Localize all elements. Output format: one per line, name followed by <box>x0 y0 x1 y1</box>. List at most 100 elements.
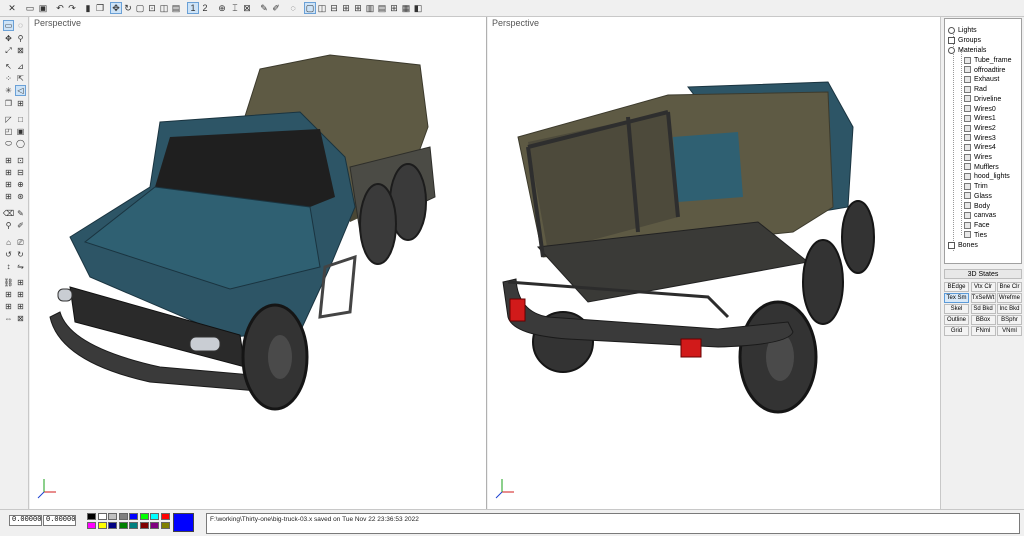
zoom-icon[interactable]: ⚲ <box>15 33 26 44</box>
bevel-icon[interactable]: ⊕ <box>15 179 26 190</box>
grid-tool-icon[interactable]: ⊞ <box>15 98 26 109</box>
copy-icon[interactable]: ❐ <box>94 2 106 14</box>
state-button[interactable]: Wrefme <box>997 293 1022 303</box>
layout-single-icon[interactable]: ▢ <box>304 2 316 14</box>
tree-item-material[interactable]: hood_lights <box>964 172 1010 181</box>
palette-swatch[interactable] <box>150 522 159 529</box>
keyframe-icon[interactable]: ⊞ <box>15 301 26 312</box>
palette-swatch[interactable] <box>97 522 107 529</box>
lasso-icon[interactable]: ◌ <box>287 2 299 14</box>
animate-icon[interactable]: ⊞ <box>3 301 14 312</box>
palette-swatch[interactable] <box>87 513 96 520</box>
scale-icon[interactable]: ⊡ <box>146 2 158 14</box>
tree-item-bones[interactable]: Bones <box>948 241 978 250</box>
palette-swatch[interactable] <box>139 513 149 520</box>
palette-swatch[interactable] <box>129 513 138 520</box>
scale-y-icon[interactable]: ↕ <box>3 261 14 272</box>
layout-rows-icon[interactable]: ▤ <box>376 2 388 14</box>
tree-item-material[interactable]: Exhaust <box>964 75 999 84</box>
state-button[interactable]: BEdge <box>944 282 969 292</box>
close-icon[interactable]: ✕ <box>6 2 18 14</box>
rotate-left-icon[interactable]: ↺ <box>3 249 14 260</box>
palette-swatch[interactable] <box>118 522 128 529</box>
state-button[interactable]: Vtx Clr <box>970 282 996 292</box>
rotate-icon[interactable]: ↻ <box>122 2 134 14</box>
pointer-icon[interactable]: ⇱ <box>15 73 26 84</box>
viewport-right[interactable]: Perspective <box>488 17 940 509</box>
palette-swatch[interactable] <box>129 522 138 529</box>
split-icon[interactable]: ⊟ <box>15 167 26 178</box>
layout-four-icon[interactable]: ⊞ <box>352 2 364 14</box>
picker-icon[interactable]: ⚲ <box>3 220 14 231</box>
tree-item-materials[interactable]: Materials <box>948 46 986 55</box>
layout-grid-icon[interactable]: ⊞ <box>388 2 400 14</box>
tree-item-material[interactable]: Wires1 <box>964 114 996 123</box>
mirror-icon[interactable]: ⊠ <box>241 2 253 14</box>
eraser-icon[interactable]: ⌫ <box>3 208 14 219</box>
redo-icon[interactable]: ↷ <box>66 2 78 14</box>
resize-h-icon[interactable]: ⇔ <box>3 313 14 324</box>
bridge-icon[interactable]: ⊞ <box>3 191 14 202</box>
state-button[interactable]: FNml <box>970 326 996 336</box>
palette-swatch[interactable] <box>108 513 117 520</box>
tree-item-groups[interactable]: Groups <box>948 36 981 45</box>
bracket-icon[interactable]: ⌶ <box>229 2 241 14</box>
face-select-icon[interactable]: ⊿ <box>15 61 26 72</box>
viewport-left[interactable]: Perspective <box>30 17 487 509</box>
frame-icon[interactable]: ◫ <box>158 2 170 14</box>
zoom-fit-icon[interactable]: ⊠ <box>15 45 26 56</box>
tree-item-material[interactable]: Wires0 <box>964 105 996 114</box>
extrude-icon[interactable]: ⊡ <box>15 155 26 166</box>
weight-icon[interactable]: ⊞ <box>3 289 14 300</box>
palette-swatch[interactable] <box>150 513 159 520</box>
move-icon[interactable]: ✥ <box>110 2 122 14</box>
bucket-icon[interactable]: ⌂ <box>3 237 14 248</box>
flip-icon[interactable]: ⇋ <box>15 261 26 272</box>
paint-icon[interactable]: ✐ <box>270 2 282 14</box>
state-button[interactable]: BSphr <box>997 315 1022 325</box>
view-one-button[interactable]: 1 <box>187 2 199 14</box>
paste-icon[interactable]: ▤ <box>170 2 182 14</box>
layout-cols-icon[interactable]: ▥ <box>364 2 376 14</box>
tree-item-material[interactable]: Tube_frame <box>964 56 1011 65</box>
triangle-tool-icon[interactable]: ◸ <box>3 114 14 125</box>
cylinder-tool-icon[interactable]: ⬭ <box>3 138 14 149</box>
duplicate-icon[interactable]: ❐ <box>3 98 14 109</box>
snap-icon[interactable]: ⊕ <box>216 2 228 14</box>
palette-swatch[interactable] <box>87 522 96 529</box>
pen-icon[interactable]: ✎ <box>15 208 26 219</box>
subdivide-icon[interactable]: ⊞ <box>3 179 14 190</box>
tree-item-material[interactable]: Wires2 <box>964 124 996 133</box>
pan-icon[interactable]: ✥ <box>3 33 14 44</box>
tree-item-material[interactable]: Driveline <box>964 95 1001 104</box>
select-lasso-icon[interactable]: ◌ <box>15 20 26 31</box>
layout-hsplit-icon[interactable]: ⊟ <box>328 2 340 14</box>
zoom-region-icon[interactable]: ⤢ <box>3 45 14 56</box>
layout-wide-icon[interactable]: ▦ <box>400 2 412 14</box>
save-icon[interactable]: ▣ <box>37 2 49 14</box>
palette-swatch[interactable] <box>160 513 170 520</box>
tree-item-material[interactable]: Trim <box>964 182 988 191</box>
grid-plane-icon[interactable]: ⊞ <box>3 155 14 166</box>
palette-swatch[interactable] <box>160 522 170 529</box>
state-button[interactable]: Bne Clr <box>997 282 1022 292</box>
layout-tall-icon[interactable]: ◧ <box>412 2 424 14</box>
state-button[interactable]: TxSelWt <box>970 293 996 303</box>
palette-swatch[interactable] <box>108 522 117 529</box>
tree-item-material[interactable]: canvas <box>964 211 996 220</box>
state-button[interactable]: VNml <box>997 326 1022 336</box>
state-button[interactable]: Sd Bkd <box>970 304 996 314</box>
state-button[interactable]: Inc Bkd <box>997 304 1022 314</box>
tree-item-material[interactable]: Mufflers <box>964 163 999 172</box>
tree-item-material[interactable]: offroadtire <box>964 66 1005 75</box>
palette-swatch[interactable] <box>139 522 149 529</box>
coord-y-field[interactable]: 0.00000 <box>43 515 76 526</box>
weld-icon[interactable]: ⊞ <box>3 167 14 178</box>
open-folder-icon[interactable]: ▭ <box>24 2 36 14</box>
palette-swatch[interactable] <box>97 513 107 520</box>
cube-tool-icon[interactable]: ◰ <box>3 126 14 137</box>
state-button[interactable]: Tex Sm <box>944 293 969 303</box>
lock-icon[interactable]: ▮ <box>82 2 94 14</box>
tree-item-material[interactable]: Rad <box>964 85 987 94</box>
tree-item-material[interactable]: Ties <box>964 231 987 240</box>
